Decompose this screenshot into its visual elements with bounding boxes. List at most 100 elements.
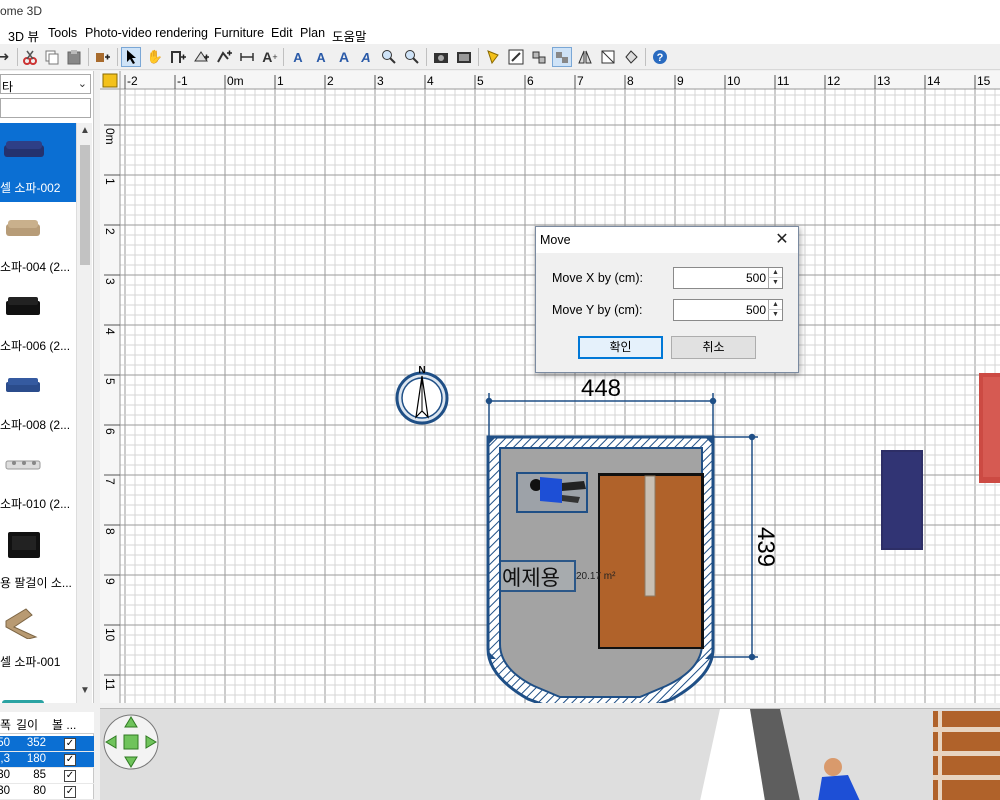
- paste-icon[interactable]: [64, 47, 84, 67]
- add-text-icon[interactable]: A +: [260, 47, 280, 67]
- add-furniture-icon[interactable]: [92, 47, 112, 67]
- ruler-label: 3: [103, 278, 117, 285]
- menu-help[interactable]: 도움말: [332, 26, 367, 45]
- menu-plan[interactable]: Plan: [300, 26, 325, 40]
- visible-checkbox[interactable]: ✓: [64, 770, 76, 782]
- spin-down-icon[interactable]: ▼: [768, 310, 782, 320]
- catalog-search-input[interactable]: [0, 98, 91, 118]
- scrollbar-thumb[interactable]: [80, 145, 90, 265]
- create-rooms-icon[interactable]: [191, 47, 211, 67]
- catalog-item[interactable]: 소파-004 (2...: [0, 202, 76, 281]
- text-underline-icon[interactable]: A: [356, 47, 376, 67]
- close-icon[interactable]: ✕: [772, 230, 792, 250]
- copy-icon[interactable]: [42, 47, 62, 67]
- create-polylines-icon[interactable]: [214, 47, 234, 67]
- visible-checkbox[interactable]: ✓: [64, 754, 76, 766]
- group-icon[interactable]: [529, 47, 549, 67]
- import-icon[interactable]: [598, 47, 618, 67]
- text-bold-icon[interactable]: A: [311, 47, 331, 67]
- text-italic-icon[interactable]: A: [334, 47, 354, 67]
- ruler-label: 5: [477, 74, 484, 88]
- category-select[interactable]: 타 ⌄: [0, 74, 91, 94]
- cell-depth: 85: [33, 769, 46, 781]
- column-header-depth[interactable]: 길이: [16, 716, 38, 733]
- text-style-icon[interactable]: A: [288, 47, 308, 67]
- light-icon[interactable]: [483, 47, 503, 67]
- catalog-item[interactable]: 용 팔걸이 소...: [0, 518, 76, 597]
- 3d-canvas[interactable]: [100, 709, 1000, 800]
- menu-photo-video-rendering[interactable]: Photo-video rendering: [85, 26, 208, 40]
- spin-up-icon[interactable]: ▲: [768, 300, 782, 310]
- table-row[interactable]: 50 352 ✓: [0, 736, 94, 752]
- select-mode-icon[interactable]: [121, 47, 141, 67]
- create-dimensions-icon[interactable]: [237, 47, 257, 67]
- plan-view[interactable]: -2 -1 0m 1 2 3 4 5 6 7 8 9 10 11 12 13 14 15 0m 1 2 3 4 5 6 7 8 9 1…: [100, 71, 1000, 703]
- sofa-thumbnail-icon: [4, 141, 44, 157]
- menu-edit[interactable]: Edit: [271, 26, 293, 40]
- ruler-label: 8: [103, 528, 117, 535]
- move-dialog: Move ✕ Move X by (cm): ▲ ▼ Move Y by (cm…: [535, 226, 799, 373]
- navigation-arrows-icon[interactable]: [103, 714, 159, 770]
- texture-icon[interactable]: [621, 47, 641, 67]
- ok-button[interactable]: 확인: [578, 336, 663, 359]
- plan-canvas[interactable]: -2 -1 0m 1 2 3 4 5 6 7 8 9 10 11 12 13 14 15 0m1234567891…: [100, 71, 1000, 703]
- zoom-out-icon[interactable]: [402, 47, 422, 67]
- cancel-button[interactable]: 취소: [671, 336, 756, 359]
- visible-checkbox[interactable]: ✓: [64, 786, 76, 798]
- zoom-in-icon[interactable]: [379, 47, 399, 67]
- 3d-view[interactable]: [100, 708, 1000, 800]
- cell-depth: 180: [26, 753, 46, 765]
- catalog-item[interactable]: 셀 소파-002: [0, 123, 76, 202]
- toolbar-separator: [17, 48, 18, 66]
- catalog-scrollbar[interactable]: ▲ ▼: [76, 123, 92, 703]
- cell-width: 50: [0, 737, 10, 749]
- menu-tools[interactable]: Tools: [48, 26, 77, 40]
- cut-icon[interactable]: [20, 47, 40, 67]
- catalog-item[interactable]: 셀 소파-001: [0, 597, 76, 676]
- sofa-thumbnail-icon: [5, 460, 41, 470]
- table-row[interactable]: 30 80 ✓: [0, 784, 94, 800]
- scroll-up-icon[interactable]: ▲: [77, 125, 93, 141]
- menu-3d-view[interactable]: 3D 뷰: [8, 26, 39, 45]
- column-header-width[interactable]: 폭: [0, 716, 11, 733]
- help-icon[interactable]: ?: [650, 47, 670, 67]
- move-x-spinner[interactable]: ▲ ▼: [673, 267, 783, 289]
- flip-icon[interactable]: [575, 47, 595, 67]
- catalog-item[interactable]: 소파-006 (2...: [0, 281, 76, 360]
- move-x-label: Move X by (cm):: [552, 271, 643, 285]
- wooden-table[interactable]: [598, 473, 704, 649]
- visible-checkbox[interactable]: ✓: [64, 738, 76, 750]
- table-row[interactable]: 30 85 ✓: [0, 768, 94, 784]
- scroll-down-icon[interactable]: ▼: [77, 685, 93, 701]
- depth-dimension-label: 439: [752, 527, 779, 567]
- navy-sofa[interactable]: [881, 450, 923, 550]
- redo-icon[interactable]: ➜: [0, 47, 14, 67]
- app-window: ome 3D 3D 뷰 Tools Photo-video rendering …: [0, 0, 1000, 800]
- spin-down-icon[interactable]: ▼: [768, 278, 782, 288]
- align-icon[interactable]: [552, 47, 572, 67]
- move-x-input[interactable]: [674, 268, 768, 288]
- create-walls-icon[interactable]: [168, 47, 188, 67]
- column-header-visible[interactable]: 볼 ...: [52, 716, 76, 733]
- dialog-title: Move: [540, 233, 571, 247]
- move-y-spinner[interactable]: ▲ ▼: [673, 299, 783, 321]
- corner-sofa-thumbnail-icon: [5, 608, 38, 639]
- video-icon[interactable]: [454, 47, 474, 67]
- modify-icon[interactable]: [506, 47, 526, 67]
- camera-icon[interactable]: [431, 47, 451, 67]
- menu-furniture[interactable]: Furniture: [214, 26, 264, 40]
- dialog-title-bar[interactable]: Move ✕: [536, 227, 798, 253]
- catalog-item[interactable]: 소파-008 (2...: [0, 360, 76, 439]
- catalog-item[interactable]: [0, 676, 76, 703]
- table-row[interactable]: 1,3 180 ✓: [0, 752, 94, 768]
- move-y-input[interactable]: [674, 300, 768, 320]
- catalog-item[interactable]: 소파-010 (2...: [0, 439, 76, 518]
- ruler-label: 2: [327, 74, 334, 88]
- armchair-thumbnail-icon: [8, 532, 40, 558]
- toolbar-separator: [426, 48, 427, 66]
- person-figure[interactable]: [516, 472, 588, 513]
- ruler-label: -2: [127, 74, 138, 88]
- pan-mode-icon[interactable]: ✋: [145, 47, 165, 67]
- red-furniture[interactable]: [979, 373, 1000, 483]
- spin-up-icon[interactable]: ▲: [768, 268, 782, 278]
